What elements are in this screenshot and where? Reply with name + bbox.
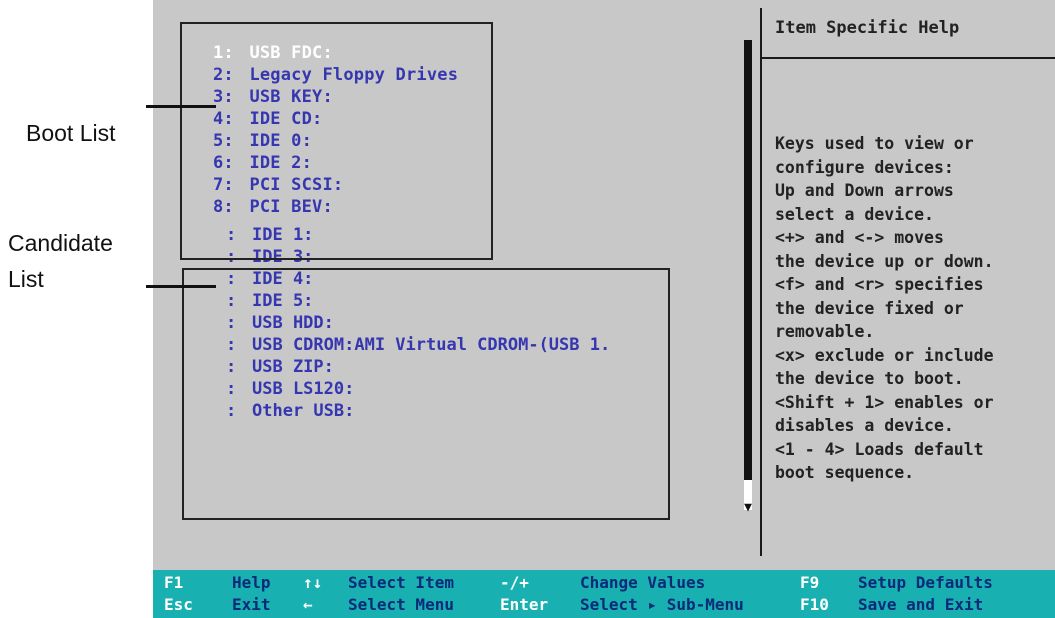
footer-label-select-menu: Select Menu [348, 595, 454, 614]
candidate-list-annotation-line2: List [8, 266, 44, 292]
footer-label-setup-defaults: Setup Defaults [858, 573, 993, 592]
footer-label-change-values: Change Values [580, 573, 706, 592]
scroll-down-icon[interactable]: ▼ [739, 500, 757, 520]
help-title: Item Specific Help [775, 18, 960, 38]
candidate-list-annotation-line1: Candidate [8, 230, 113, 256]
help-panel-divider [760, 8, 762, 556]
boot-list-annotation: Boot List [26, 120, 116, 146]
scrollbar-thumb[interactable] [744, 40, 752, 480]
footer-key-f1[interactable]: F1 [164, 572, 183, 594]
help-title-divider [762, 57, 1055, 59]
footer-label-select-submenu: Select ▸ Sub-Menu [580, 595, 744, 614]
updown-arrows-icon[interactable]: ↑↓ [303, 572, 322, 594]
candidate-list-box [182, 268, 670, 520]
boot-list-box [180, 22, 493, 260]
footer-label-save-exit: Save and Exit [858, 595, 984, 614]
help-text: Keys used to view or configure devices: … [775, 134, 994, 482]
footer-label-exit: Exit [232, 595, 271, 614]
footer-key-esc[interactable]: Esc [164, 594, 193, 616]
footer-key-enter[interactable]: Enter [500, 594, 548, 616]
footer-key-f9[interactable]: F9 [800, 572, 819, 594]
candidate-list-leader-line [146, 285, 216, 288]
boot-list-leader-line [146, 105, 216, 108]
footer-key-minus-plus[interactable]: -/+ [500, 572, 529, 594]
footer-key-f10[interactable]: F10 [800, 594, 829, 616]
left-arrow-icon[interactable]: ← [303, 594, 313, 616]
footer-label-help: Help [232, 573, 271, 592]
footer-label-select-item: Select Item [348, 573, 454, 592]
